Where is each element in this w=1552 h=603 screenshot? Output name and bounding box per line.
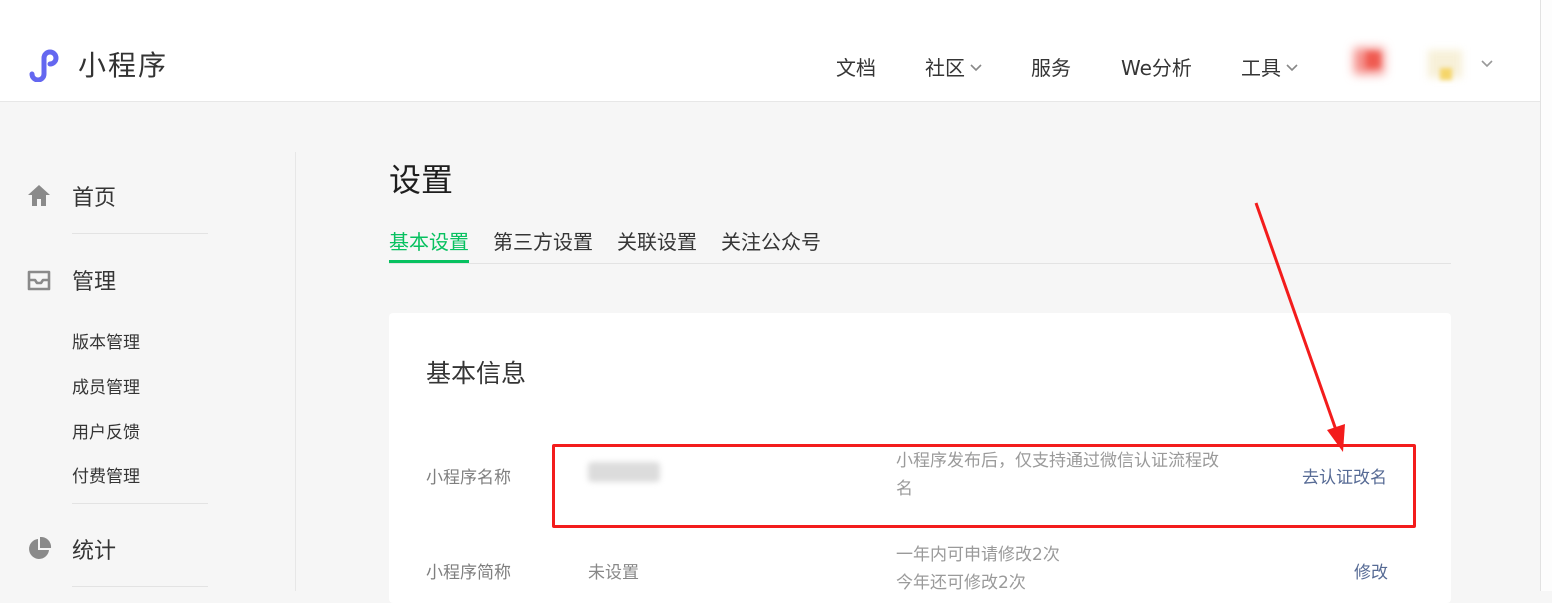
annotation-arrow-icon: [1254, 202, 1345, 452]
